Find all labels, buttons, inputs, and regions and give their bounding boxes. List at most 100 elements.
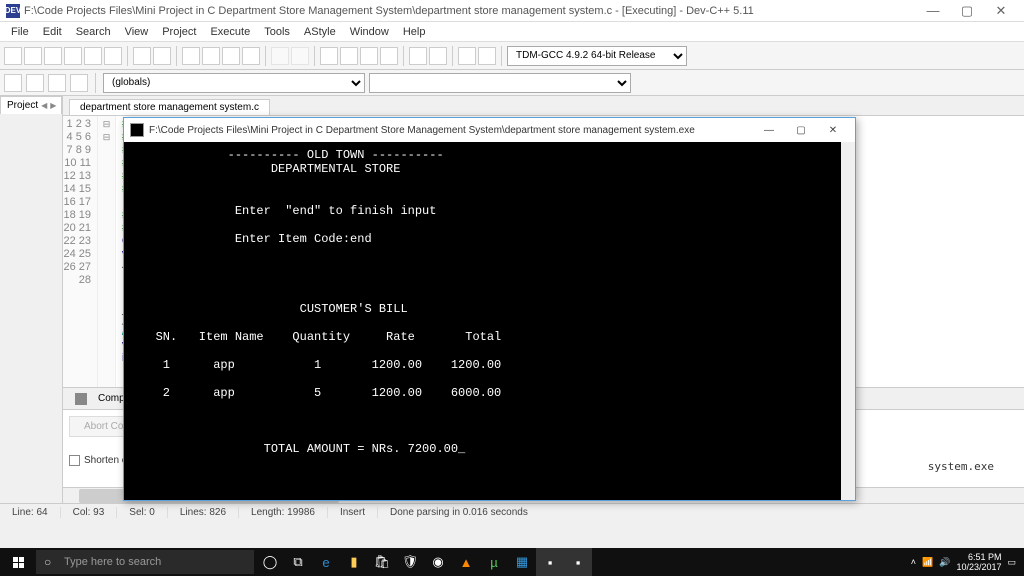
wifi-icon[interactable]: 📶 <box>922 557 933 568</box>
console-close-button[interactable]: ✕ <box>817 120 849 140</box>
open-icon[interactable] <box>24 47 42 65</box>
console-window: F:\Code Projects Files\Mini Project in C… <box>123 117 856 501</box>
chevron-up-icon[interactable]: ˄ <box>911 557 916 567</box>
members-dropdown[interactable] <box>369 73 631 93</box>
redo-icon[interactable] <box>153 47 171 65</box>
explorer-icon[interactable]: ▮ <box>340 548 368 576</box>
goto-bookmark-icon[interactable] <box>70 74 88 92</box>
cmd-task-icon[interactable]: ▪ <box>564 548 592 576</box>
menu-edit[interactable]: Edit <box>36 24 69 40</box>
windows-icon <box>13 557 24 568</box>
menu-help[interactable]: Help <box>396 24 433 40</box>
status-parse: Done parsing in 0.016 seconds <box>378 507 540 518</box>
close-file-icon[interactable] <box>84 47 102 65</box>
console-minimize-button[interactable]: — <box>753 120 785 140</box>
vlc-icon[interactable]: ▲ <box>452 548 480 576</box>
task-view-icon[interactable]: ⧉ <box>284 548 312 576</box>
console-maximize-button[interactable]: ▢ <box>785 120 817 140</box>
separator <box>127 46 128 66</box>
undo-icon[interactable] <box>133 47 151 65</box>
compile-run-icon[interactable] <box>360 47 378 65</box>
devcpp-icon: DEV <box>6 4 20 18</box>
console-output[interactable]: ---------- OLD TOWN ---------- DEPARTMEN… <box>124 142 855 500</box>
bookmark-icon[interactable] <box>48 74 66 92</box>
volume-icon[interactable]: 🔊 <box>939 557 950 568</box>
compile-output-line: system.exe <box>928 460 994 473</box>
taskbar-search[interactable]: Type here to search <box>36 550 254 574</box>
compiler-select[interactable]: TDM-GCC 4.9.2 64-bit Release <box>507 46 687 66</box>
profile-icon[interactable] <box>458 47 476 65</box>
edge-icon[interactable]: e <box>312 548 340 576</box>
print-icon[interactable] <box>104 47 122 65</box>
checkbox-icon[interactable] <box>69 455 80 466</box>
minimize-button[interactable]: — <box>916 1 950 21</box>
find-icon[interactable] <box>182 47 200 65</box>
file-tab-active[interactable]: department store management system.c <box>69 99 270 115</box>
console-title-text: F:\Code Projects Files\Mini Project in C… <box>149 125 695 136</box>
cortana-icon[interactable]: ◯ <box>256 548 284 576</box>
project-sidebar: Project ◀ ▶ <box>0 96 63 503</box>
menu-tools[interactable]: Tools <box>257 24 297 40</box>
separator <box>314 46 315 66</box>
menu-view[interactable]: View <box>118 24 156 40</box>
back-icon[interactable] <box>271 47 289 65</box>
separator <box>176 46 177 66</box>
menu-execute[interactable]: Execute <box>203 24 257 40</box>
run-icon[interactable] <box>340 47 358 65</box>
utorrent-icon[interactable]: µ <box>480 548 508 576</box>
goto-icon[interactable] <box>242 47 260 65</box>
find-next-icon[interactable] <box>222 47 240 65</box>
fold-gutter[interactable]: ⊟ ⊟ <box>98 116 116 387</box>
toolbar-secondary: (globals) <box>0 70 1024 96</box>
start-button[interactable] <box>0 548 36 576</box>
photos-icon[interactable]: ▦ <box>508 548 536 576</box>
notification-icon[interactable]: ▭ <box>1007 557 1016 568</box>
project-tab[interactable]: Project ◀ ▶ <box>0 96 62 114</box>
separator <box>501 46 502 66</box>
compiler-icon <box>75 393 87 405</box>
new-file-icon[interactable] <box>4 47 22 65</box>
menu-window[interactable]: Window <box>343 24 396 40</box>
system-tray[interactable]: ˄ 📶 🔊 6:51 PM 10/23/2017 ▭ <box>911 552 1024 572</box>
toolbar-main: TDM-GCC 4.9.2 64-bit Release <box>0 42 1024 70</box>
chevron-left-icon[interactable]: ◀ <box>41 101 47 110</box>
menu-project[interactable]: Project <box>155 24 203 40</box>
close-button[interactable]: ✕ <box>984 1 1018 21</box>
maximize-button[interactable]: ▢ <box>950 1 984 21</box>
save-icon[interactable] <box>44 47 62 65</box>
status-lines: Lines: 826 <box>168 507 239 518</box>
separator <box>452 46 453 66</box>
devcpp-task-icon[interactable]: ▪ <box>536 548 564 576</box>
window-title: F:\Code Projects Files\Mini Project in C… <box>24 5 754 17</box>
status-col: Col: 93 <box>61 507 118 518</box>
separator <box>95 73 96 93</box>
insert-icon[interactable] <box>26 74 44 92</box>
replace-icon[interactable] <box>202 47 220 65</box>
line-gutter: 1 2 3 4 5 6 7 8 9 10 11 12 13 14 15 16 1… <box>63 116 98 387</box>
cmd-icon <box>130 123 144 137</box>
save-all-icon[interactable] <box>64 47 82 65</box>
new-proj-icon[interactable] <box>4 74 22 92</box>
console-scrollbar[interactable] <box>841 142 855 500</box>
status-length: Length: 19986 <box>239 507 328 518</box>
console-title-bar[interactable]: F:\Code Projects Files\Mini Project in C… <box>124 118 855 142</box>
status-sel: Sel: 0 <box>117 507 168 518</box>
globals-dropdown[interactable]: (globals) <box>103 73 365 93</box>
forward-icon[interactable] <box>291 47 309 65</box>
compile-icon[interactable] <box>320 47 338 65</box>
menu-astyle[interactable]: AStyle <box>297 24 343 40</box>
menu-bar: File Edit Search View Project Execute To… <box>0 22 1024 42</box>
rebuild-icon[interactable] <box>380 47 398 65</box>
status-bar: Line: 64 Col: 93 Sel: 0 Lines: 826 Lengt… <box>0 503 1024 521</box>
status-mode: Insert <box>328 507 378 518</box>
profile-results-icon[interactable] <box>478 47 496 65</box>
debug-icon[interactable] <box>409 47 427 65</box>
menu-search[interactable]: Search <box>69 24 118 40</box>
shield-icon[interactable]: 🛡 <box>396 548 424 576</box>
store-icon[interactable]: 🛍 <box>368 548 396 576</box>
stop-icon[interactable] <box>429 47 447 65</box>
menu-file[interactable]: File <box>4 24 36 40</box>
chevron-right-icon[interactable]: ▶ <box>50 101 56 110</box>
chrome-icon[interactable]: ◉ <box>424 548 452 576</box>
taskbar-clock[interactable]: 6:51 PM 10/23/2017 <box>956 552 1001 572</box>
